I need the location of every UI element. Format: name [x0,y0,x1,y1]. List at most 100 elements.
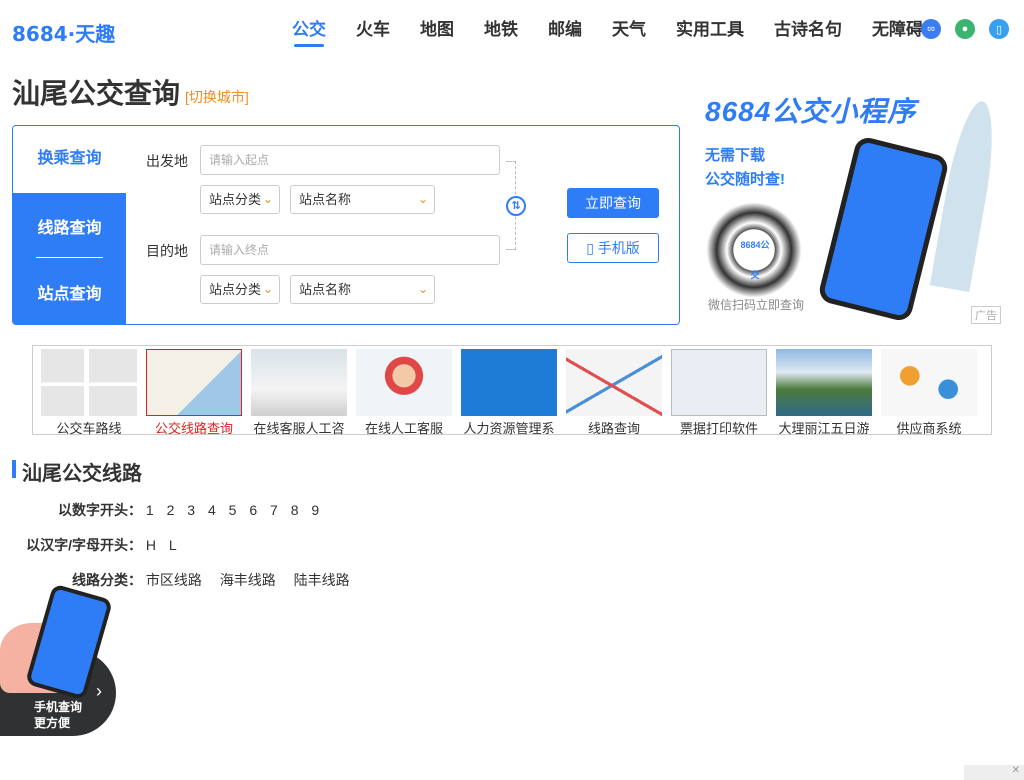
strip-item[interactable]: 线路查询 [566,349,662,437]
landscape-photo [776,349,872,416]
ad-caption: 微信扫码立即查询 [708,298,805,312]
strip-item[interactable]: 供应商系统 [881,349,977,437]
strip-caption: 公交车路线 [56,421,122,436]
mobile-icon[interactable]: ▯ [989,19,1009,39]
to-station-value: 站点名称 [299,282,352,297]
nav-accessibility[interactable]: 无障碍 [872,19,923,41]
nav-poems[interactable]: 古诗名句 [774,19,842,41]
mobile-version-label: 手机版 [597,240,640,256]
strip-caption: 线路查询 [587,421,640,436]
from-category-value: 站点分类 [209,192,262,207]
nav-tools[interactable]: 实用工具 [676,19,744,41]
strip-item[interactable]: 大理丽江五日游 [776,349,872,437]
category-link[interactable]: 陆丰线路 [294,572,350,588]
float-line2: 更方便 [34,716,71,730]
nav-subway[interactable]: 地铁 [484,19,518,41]
map-thumbnail [41,349,137,416]
swap-icon[interactable]: ⇅ [506,196,526,216]
to-category-value: 站点分类 [209,282,262,297]
qr-code: 8684公交 [706,202,802,298]
wechat-icon[interactable]: ● [955,19,975,39]
to-input[interactable]: 请输入终点 [200,235,500,265]
switch-city-link[interactable]: [切换城市] [185,87,249,107]
strip-item[interactable]: 在线人工客服 [356,349,452,437]
ad-close-icon[interactable]: ✕ [964,765,1024,780]
nav-train[interactable]: 火车 [356,19,390,41]
route-map-thumbnail [146,349,242,416]
index-link[interactable]: 9 [311,502,319,518]
tab-background [13,193,126,324]
strip-caption: 人力资源管理系 [463,421,555,436]
agent-illustration [356,349,452,416]
category-links: 市区线路 海丰线路 陆丰线路 [142,572,359,588]
nav-postcode[interactable]: 邮编 [548,19,582,41]
ad-strip: 公交车路线 公交线路查询 在线客服人工咨 在线人工客服 人力资源管理系 线路查询… [32,345,1024,780]
index-link[interactable]: 3 [187,502,195,518]
index-link[interactable]: 8 [291,502,299,518]
mobile-version-button[interactable]: ▯ 手机版 [567,233,659,263]
ad-line1: 无需下载 [705,147,766,164]
nav-weather[interactable]: 天气 [612,19,646,41]
query-button[interactable]: 立即查询 [567,188,659,218]
software-screenshot [671,349,767,416]
phone-illustration [816,135,951,323]
ad-tag: 广告 [971,306,1001,324]
index-link[interactable]: 1 [146,502,154,518]
strip-caption: 公交线路查询 [154,421,233,436]
strip-item[interactable]: 人力资源管理系 [461,349,557,437]
index-link[interactable]: 4 [208,502,216,518]
nav-bus[interactable]: 公交 [292,19,326,47]
index-link[interactable]: H [146,537,156,553]
strip-item[interactable]: 公交线路查询 [146,349,242,437]
search-tabs: 换乘查询 线路查询 站点查询 [13,126,126,324]
tab-divider [36,257,103,258]
chevron-down-icon: ⌄ [417,192,428,206]
phone-icon: ▯ [586,240,594,256]
category-link[interactable]: 海丰线路 [220,572,276,588]
tab-transfer[interactable]: 换乘查询 [13,126,126,193]
mini-program-icon[interactable]: ∞ [921,19,941,39]
letter-index-links: H L [142,537,186,553]
mobile-float-widget[interactable]: 手机查询 更方便 › [0,583,120,740]
ad-line2: 公交随时查! [705,171,785,188]
strip-caption: 大理丽江五日游 [778,421,870,436]
chevron-down-icon: ⌄ [262,192,273,206]
customer-service-photo [251,349,347,416]
to-category-select[interactable]: 站点分类 ⌄ [200,275,280,304]
site-logo[interactable]: 8684·天趣 [12,18,115,47]
strip-item[interactable]: 票据打印软件 [671,349,767,437]
mini-program-ad[interactable]: 8684公交小程序 无需下载 公交随时查! 8684公交 微信扫码立即查询 广告 [696,80,1008,325]
number-index-label: 以数字开头： [58,502,142,518]
hr-system-thumbnail [461,349,557,416]
float-text: 手机查询 更方便 [34,699,82,731]
subway-map-thumbnail [566,349,662,416]
to-label: 目的地 [146,243,188,259]
site-header: 8684·天趣 公交 火车 地图 地铁 邮编 天气 实用工具 古诗名句 无障碍 … [0,0,1024,62]
from-station-select[interactable]: 站点名称 ⌄ [290,185,435,214]
index-link[interactable]: 6 [249,502,257,518]
index-link[interactable]: 2 [167,502,175,518]
category-link[interactable]: 市区线路 [146,572,202,588]
chevron-down-icon: ⌄ [262,282,273,296]
letter-index-label: 以汉字/字母开头： [26,537,142,553]
tab-line[interactable]: 线路查询 [13,214,126,238]
qr-logo: 8684公交 [740,230,770,280]
index-link[interactable]: 5 [229,502,237,518]
strip-caption: 票据打印软件 [679,421,758,436]
float-line1: 手机查询 [34,700,83,714]
strip-caption: 在线客服人工咨 [253,421,345,436]
index-link[interactable]: 7 [270,502,278,518]
from-input[interactable]: 请输入起点 [200,145,500,175]
section-title: 汕尾公交线路 [22,463,142,485]
strip-item[interactable]: 在线客服人工咨 [251,349,347,437]
top-icons: ∞ ● ▯ [921,19,1023,39]
ad-title: 8684公交小程序 [705,96,917,127]
from-category-select[interactable]: 站点分类 ⌄ [200,185,280,214]
from-label: 出发地 [146,153,188,169]
nav-map[interactable]: 地图 [420,19,454,41]
letter-index-row: 以汉字/字母开头： H L [0,535,186,555]
tab-station[interactable]: 站点查询 [13,280,126,304]
index-link[interactable]: L [169,537,177,553]
strip-item[interactable]: 公交车路线 [41,349,137,437]
to-station-select[interactable]: 站点名称 ⌄ [290,275,435,304]
